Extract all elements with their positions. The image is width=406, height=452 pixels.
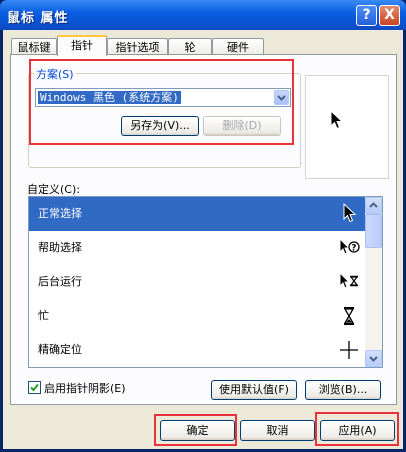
- scroll-up-button[interactable]: [365, 197, 382, 214]
- list-item[interactable]: 帮助选择 ?: [29, 231, 366, 265]
- highlight-box-scheme: [29, 59, 294, 145]
- arrow-pointer-icon: [330, 110, 344, 130]
- list-item-label: 忙: [38, 309, 49, 322]
- shadow-checkbox[interactable]: [28, 381, 41, 394]
- tab-wheel[interactable]: 轮: [168, 38, 212, 55]
- tab-mouse-buttons[interactable]: 鼠标键: [11, 38, 57, 55]
- list-item[interactable]: 忙: [29, 299, 366, 333]
- arrow-pointer-icon: [343, 203, 357, 223]
- list-item[interactable]: 后台运行: [29, 265, 366, 299]
- help-button[interactable]: ?: [356, 5, 377, 26]
- list-item-label: 后台运行: [38, 275, 82, 288]
- browse-button[interactable]: 浏览(B)...: [305, 380, 381, 400]
- use-default-button[interactable]: 使用默认值(F): [211, 380, 297, 400]
- title-bar[interactable]: 鼠标 属性 ? X: [0, 0, 406, 30]
- list-item[interactable]: 正常选择: [29, 197, 366, 231]
- list-item-label: 帮助选择: [38, 241, 82, 254]
- list-item-label: 精确定位: [38, 343, 82, 356]
- chevron-down-icon: [369, 356, 378, 362]
- tab-hardware[interactable]: 硬件: [212, 38, 264, 55]
- checkmark-icon: [30, 383, 39, 392]
- pointer-preview: [305, 75, 389, 179]
- cancel-label: 取消: [266, 424, 289, 437]
- customize-label: 自定义(C):: [27, 183, 80, 196]
- mouse-properties-window: 鼠标 属性 ? X 鼠标键 指针 指针选项 轮 硬件 方案(S) Windows…: [0, 0, 406, 452]
- working-in-background-icon: [339, 271, 359, 289]
- window-title: 鼠标 属性: [7, 11, 69, 26]
- browse-label: 浏览(B)...: [318, 383, 368, 396]
- scroll-down-button[interactable]: [365, 350, 382, 367]
- hourglass-icon: [343, 307, 355, 325]
- list-scrollbar[interactable]: [365, 197, 382, 367]
- pointer-list[interactable]: 正常选择 帮助选择 ? 后台运行 忙 精确定位: [28, 196, 383, 368]
- list-item-label: 正常选择: [38, 207, 82, 220]
- crosshair-icon: [340, 341, 358, 359]
- cancel-button[interactable]: 取消: [240, 420, 315, 441]
- close-button[interactable]: X: [379, 5, 400, 26]
- help-pointer-icon: ?: [339, 237, 360, 255]
- use-default-label: 使用默认值(F): [219, 383, 289, 396]
- chevron-up-icon: [369, 202, 378, 208]
- highlight-box-ok: [154, 414, 237, 446]
- tab-pointer-options[interactable]: 指针选项: [107, 38, 168, 55]
- list-item[interactable]: 精确定位: [29, 333, 366, 367]
- shadow-checkbox-label: 启用指针阴影(E): [44, 382, 126, 395]
- tab-pointers[interactable]: 指针: [57, 35, 107, 56]
- svg-text:?: ?: [351, 244, 356, 254]
- scroll-thumb[interactable]: [365, 214, 382, 248]
- highlight-box-apply: [315, 412, 399, 446]
